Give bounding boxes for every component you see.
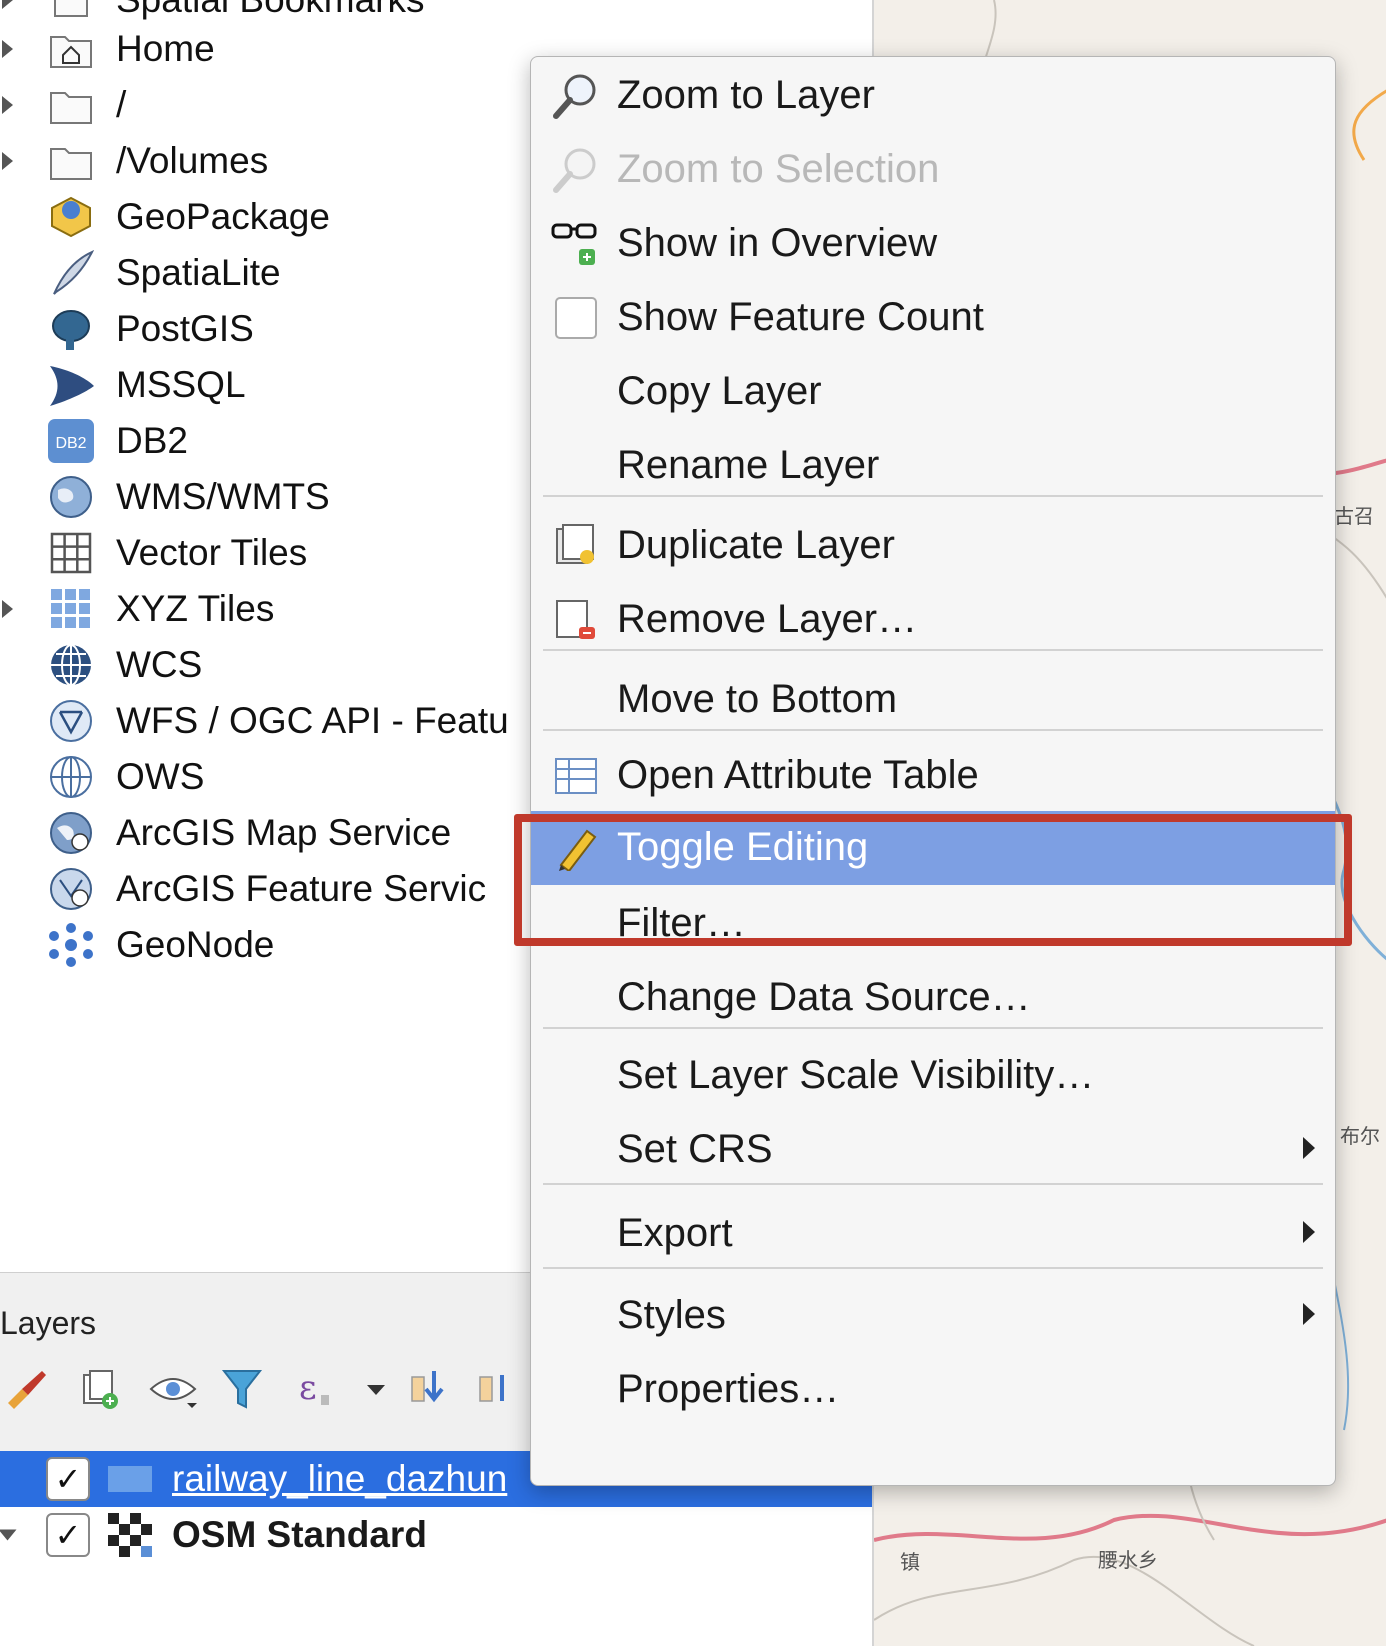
xyz-tiles-icon (46, 584, 96, 634)
menu-separator (543, 1267, 1323, 1269)
browser-item-label: XYZ Tiles (116, 588, 275, 629)
style-brush-icon[interactable] (0, 1363, 52, 1415)
spatialite-feather-icon (46, 248, 96, 298)
vector-tiles-grid-icon (46, 528, 96, 578)
browser-item-label: PostGIS (116, 308, 254, 349)
layer-symbol-swatch (108, 1466, 152, 1492)
submenu-arrow-icon (1303, 1137, 1315, 1159)
arcgis-feature-icon (46, 864, 96, 914)
zoom-selection-icon (551, 145, 601, 195)
geonode-icon (46, 920, 96, 970)
browser-item-label: DB2 (116, 420, 188, 461)
browser-item-label: OWS (116, 756, 205, 797)
menu-item-properties[interactable]: Properties… (531, 1353, 1335, 1427)
expand-arrow-icon[interactable] (2, 40, 13, 58)
browser-item-label: ArcGIS Map Service (116, 812, 452, 853)
browser-item-label: SpatiaLite (116, 252, 281, 293)
menu-item-export[interactable]: Export (531, 1197, 1335, 1271)
menu-separator (543, 1183, 1323, 1185)
browser-item-label: WCS (116, 644, 203, 685)
menu-item-set-crs[interactable]: Set CRS (531, 1113, 1335, 1187)
browser-item-label: / (116, 84, 127, 125)
db2-icon: DB2 (46, 416, 96, 466)
collapse-arrow-icon[interactable] (0, 1529, 17, 1541)
expand-arrow-icon[interactable] (2, 600, 13, 618)
menu-item-zoom-to-layer[interactable]: Zoom to Layer (531, 59, 1335, 133)
visibility-eye-icon[interactable] (148, 1363, 200, 1415)
menu-item-show-feature-count[interactable]: Show Feature Count (531, 281, 1335, 355)
geopackage-icon (46, 192, 96, 242)
layer-name: OSM Standard (172, 1514, 427, 1555)
menu-item-change-data-source[interactable]: Change Data Source… (531, 961, 1335, 1035)
menu-item-toggle-editing[interactable]: Toggle Editing (531, 811, 1335, 885)
map-label: 腰水乡 (1098, 1550, 1158, 1572)
menu-item-rename-layer[interactable]: Rename Layer (531, 429, 1335, 503)
layer-context-menu: Zoom to Layer Zoom to Selection Show in … (530, 56, 1336, 1486)
map-label: 镇 (900, 1552, 920, 1574)
layer-name: railway_line_dazhun (172, 1458, 508, 1499)
menu-separator (543, 649, 1323, 651)
menu-item-duplicate-layer[interactable]: Duplicate Layer (531, 509, 1335, 583)
layers-panel-title: Layers (0, 1305, 97, 1341)
menu-separator (543, 1027, 1323, 1029)
browser-item-label: GeoPackage (116, 196, 330, 237)
remove-layer-icon (551, 595, 601, 645)
zoom-magnifier-icon (551, 71, 601, 121)
browser-item-label: WFS / OGC API - Featu (116, 700, 509, 741)
submenu-arrow-icon (1303, 1221, 1315, 1243)
menu-item-open-attribute-table[interactable]: Open Attribute Table (531, 739, 1335, 813)
attribute-table-icon (551, 751, 601, 801)
folder-icon (46, 80, 96, 130)
home-folder-icon (46, 24, 96, 74)
raster-tiles-icon (108, 1513, 152, 1557)
postgis-elephant-icon (46, 304, 96, 354)
menu-item-remove-layer[interactable]: Remove Layer… (531, 583, 1335, 657)
map-label: 布尔 (1340, 1126, 1380, 1148)
wms-globe-icon (46, 472, 96, 522)
browser-item-label: WMS/WMTS (116, 476, 330, 517)
add-group-icon[interactable] (74, 1363, 126, 1415)
menu-item-set-layer-scale-visibility[interactable]: Set Layer Scale Visibility… (531, 1039, 1335, 1113)
menu-item-show-in-overview[interactable]: Show in Overview (531, 207, 1335, 281)
menu-item-styles[interactable]: Styles (531, 1279, 1335, 1353)
wcs-globe-icon (46, 640, 96, 690)
folder-icon (46, 136, 96, 186)
layer-visibility-checkbox[interactable]: ✓ (46, 1457, 90, 1501)
ows-globe-icon (46, 752, 96, 802)
browser-item-label: Spatial Bookmarks (116, 0, 424, 21)
arcgis-map-icon (46, 808, 96, 858)
expand-arrow-icon[interactable] (2, 0, 13, 9)
checkbox-icon[interactable] (551, 293, 601, 343)
pencil-icon (551, 823, 601, 873)
wfs-globe-icon (46, 696, 96, 746)
layer-visibility-checkbox[interactable]: ✓ (46, 1513, 90, 1557)
menu-separator (543, 729, 1323, 731)
map-label: 古召 (1334, 506, 1374, 528)
browser-item-label: GeoNode (116, 924, 275, 965)
expression-icon[interactable]: ε (294, 1363, 346, 1415)
browser-item-label: Vector Tiles (116, 532, 308, 573)
menu-item-copy-layer[interactable]: Copy Layer (531, 355, 1335, 429)
menu-item-zoom-to-selection[interactable]: Zoom to Selection (531, 133, 1335, 207)
menu-item-filter[interactable]: Filter… (531, 887, 1335, 961)
overview-glasses-icon (551, 219, 601, 269)
submenu-arrow-icon (1303, 1303, 1315, 1325)
expand-arrow-icon[interactable] (2, 96, 13, 114)
browser-item-label: Home (116, 28, 215, 69)
menu-separator (543, 495, 1323, 497)
browser-item-label: ArcGIS Feature Servic (116, 868, 487, 909)
filter-icon[interactable] (216, 1363, 268, 1415)
browser-item-label: MSSQL (116, 364, 246, 405)
menu-item-move-to-bottom[interactable]: Move to Bottom (531, 663, 1335, 737)
expand-arrow-icon[interactable] (2, 152, 13, 170)
browser-item-label: /Volumes (116, 140, 269, 181)
svg-text:ε: ε (299, 1368, 317, 1408)
collapse-all-icon[interactable] (472, 1363, 524, 1415)
layer-row-osm-standard[interactable]: ✓ OSM Standard (0, 1507, 872, 1563)
expand-all-icon[interactable] (404, 1363, 456, 1415)
mssql-icon (46, 360, 96, 410)
dropdown-arrow-icon[interactable] (350, 1363, 402, 1415)
duplicate-layer-icon (551, 521, 601, 571)
svg-text:DB2: DB2 (55, 435, 86, 452)
